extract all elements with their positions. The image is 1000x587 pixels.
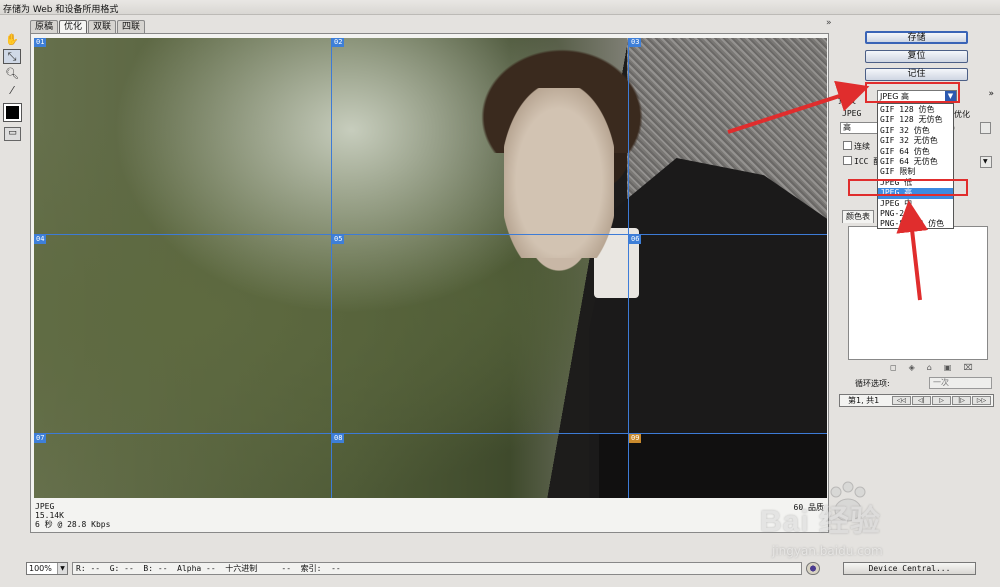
tab-optimized[interactable]: 优化	[59, 20, 88, 33]
preset-dropdown: GIF 128 仿色 GIF 128 无仿色 GIF 32 仿色 GIF 32 无仿色…	[877, 103, 954, 229]
preset-option[interactable]: GIF 限制	[878, 167, 953, 177]
preview-image[interactable]: 01 02 03 04 05 06 07 08 09	[34, 38, 827, 498]
new-color-icon[interactable]: ▣	[944, 363, 952, 372]
slice-select-icon[interactable]: ⤡	[3, 49, 21, 64]
slice-label[interactable]: 06	[629, 235, 642, 244]
tab-original[interactable]: 原稿	[30, 20, 59, 33]
quality-level-select[interactable]: 高	[840, 122, 878, 134]
tool-palette: ✋ ⤡ 🔍︎ ⁄ ▭	[2, 30, 26, 145]
slice-label[interactable]: 08	[332, 434, 345, 443]
zoom-value: 100%	[29, 563, 52, 573]
watermark: Bai 经验 jingyan.baidu.com	[760, 478, 990, 570]
last-frame-icon[interactable]: ▷▷	[972, 396, 991, 405]
color-readout: R: -- G: -- B: -- Alpha -- 十六进制 -- 索引: -…	[72, 561, 802, 575]
preset-option[interactable]: GIF 32 仿色	[878, 126, 953, 136]
next-frame-icon[interactable]: |▷	[952, 396, 971, 405]
info-format: JPEG	[35, 502, 55, 511]
info-speed: 6 秒 @ 28.8 Kbps	[35, 520, 111, 529]
eyedropper-icon[interactable]: ⁄	[3, 83, 21, 98]
loop-select[interactable]: 一次	[929, 377, 992, 389]
play-icon[interactable]: ▷	[932, 396, 951, 405]
slice-label[interactable]: 05	[332, 235, 345, 244]
slice-label[interactable]: 04	[34, 235, 47, 244]
preset-label: 预设	[838, 96, 857, 106]
loop-label: 循环选项:	[855, 379, 890, 388]
quality-slider-icon[interactable]	[980, 122, 991, 134]
preset-option[interactable]: GIF 64 仿色	[878, 147, 953, 157]
preset-option[interactable]: GIF 32 无仿色	[878, 136, 953, 146]
slice-line	[331, 38, 332, 498]
slice-line	[628, 38, 629, 498]
tab-color-table[interactable]: 颜色表	[842, 210, 874, 223]
view-tabs: 原稿 优化 双联 四联	[30, 20, 146, 33]
prev-frame-icon[interactable]: ◁|	[912, 396, 931, 405]
remember-button[interactable]: 记住	[865, 68, 968, 81]
progressive-checkbox[interactable]	[843, 141, 852, 150]
slice-label[interactable]: 03	[629, 38, 642, 47]
preset-option[interactable]: GIF 64 无仿色	[878, 157, 953, 167]
frame-counter: 第1, 共1	[848, 396, 880, 405]
option-highlight	[848, 179, 968, 196]
icc-checkbox[interactable]	[843, 156, 852, 165]
web-snap-icon[interactable]: ◈	[909, 363, 915, 372]
frame-controls: 第1, 共1 ◁◁ ◁| ▷ |▷ ▷▷	[839, 394, 994, 407]
info-size: 15.14K	[35, 511, 64, 520]
toggle-slices-icon[interactable]: ▭	[4, 127, 21, 141]
color-table-swatches	[848, 226, 988, 360]
image-info: JPEG 15.14K 6 秒 @ 28.8 Kbps	[35, 502, 110, 529]
face-shape	[504, 88, 614, 258]
chevron-down-icon: ▼	[57, 562, 67, 574]
progressive-label: 连续	[854, 142, 870, 151]
reset-button[interactable]: 复位	[865, 50, 968, 63]
matte-select-icon[interactable]: ▼	[980, 156, 992, 168]
status-bar: 100% ▼ R: -- G: -- B: -- Alpha -- 十六进制 --…	[26, 561, 820, 575]
watermark-brand: Bai 经验	[760, 505, 882, 538]
slice-label[interactable]: 09	[629, 434, 642, 443]
preset-highlight	[865, 82, 960, 103]
watermark-url: jingyan.baidu.com	[772, 544, 883, 558]
preset-option[interactable]: GIF 128 无仿色	[878, 115, 953, 125]
first-frame-icon[interactable]: ◁◁	[892, 396, 911, 405]
slice-label[interactable]: 07	[34, 434, 47, 443]
frame-nav: ◁◁ ◁| ▷ |▷ ▷▷	[892, 396, 991, 405]
tab-4up[interactable]: 四联	[117, 20, 146, 33]
trash-icon[interactable]: ⌧	[963, 363, 972, 372]
window-title: 存储为 Web 和设备所用格式	[0, 0, 1000, 15]
color-table-tools: ◻ ◈ ⌂ ▣ ⌧	[890, 363, 973, 372]
format-label: JPEG	[842, 109, 862, 118]
optimize-label: 优化	[954, 110, 970, 119]
save-button[interactable]: 存储	[865, 31, 968, 44]
preview-canvas: 01 02 03 04 05 06 07 08 09 JPEG 15.14K 6…	[30, 33, 829, 533]
slice-label[interactable]: 02	[332, 38, 345, 47]
slice-line	[34, 234, 827, 235]
map-color-icon[interactable]: ◻	[890, 363, 897, 372]
zoom-select[interactable]: 100% ▼	[26, 561, 68, 575]
preset-option[interactable]: PNG-8 128 仿色	[878, 219, 953, 229]
slice-line	[34, 433, 827, 434]
color-swatch[interactable]	[3, 103, 22, 122]
lock-icon[interactable]: ⌂	[927, 363, 932, 372]
preset-option[interactable]: JPEG 中	[878, 199, 953, 209]
zoom-icon[interactable]: 🔍︎	[3, 66, 21, 81]
panel-menu-icon[interactable]: »	[988, 89, 994, 99]
tab-2up[interactable]: 双联	[88, 20, 117, 33]
preset-option[interactable]: PNG-24	[878, 209, 953, 219]
slice-label[interactable]: 01	[34, 38, 47, 47]
hand-tool-icon[interactable]: ✋	[3, 32, 21, 47]
color-table-panel: 颜色表 ◻ ◈ ⌂ ▣ ⌧	[838, 210, 994, 375]
preset-option[interactable]: GIF 128 仿色	[878, 105, 953, 115]
chevron-icon[interactable]: »	[826, 18, 832, 28]
